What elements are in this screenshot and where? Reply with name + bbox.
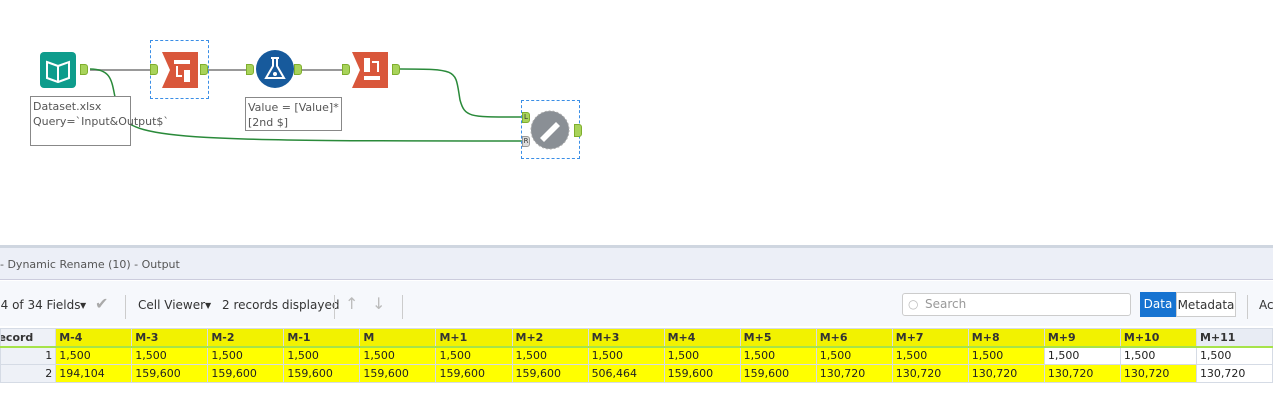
table-cell[interactable]: 1,500: [1195, 346, 1273, 365]
table-cell[interactable]: 1,500: [739, 346, 817, 365]
crosstab-icon: [352, 52, 388, 88]
column-header[interactable]: M+7: [891, 328, 969, 348]
column-header[interactable]: M+9: [1043, 328, 1121, 348]
dynamic-rename-tool[interactable]: [530, 110, 570, 150]
table-cell[interactable]: 1,500: [131, 346, 209, 365]
table-cell[interactable]: 1,500: [207, 346, 285, 365]
column-header[interactable]: M+1: [435, 328, 513, 348]
table-cell[interactable]: 1,500: [891, 346, 969, 365]
output-anchor[interactable]: [574, 124, 582, 137]
results-toolbar: 34 of 34 Fields ▼ ✔ Cell Viewer ▼ 2 reco…: [0, 281, 1273, 326]
column-header[interactable]: M+8: [967, 328, 1045, 348]
table-cell[interactable]: 159,600: [435, 364, 513, 383]
table-cell[interactable]: 159,600: [207, 364, 285, 383]
record-header[interactable]: Record: [0, 328, 57, 348]
search-icon: ○: [908, 297, 919, 311]
results-table: RecordM-4M-3M-2M-1MM+1M+2M+3M+4M+5M+6M+7…: [0, 328, 1273, 383]
table-cell[interactable]: 159,600: [663, 364, 741, 383]
arrow-up-icon[interactable]: ↑: [345, 294, 358, 313]
table-cell[interactable]: 130,720: [891, 364, 969, 383]
table-cell[interactable]: 159,600: [131, 364, 209, 383]
data-tab-button[interactable]: Data: [1140, 292, 1176, 317]
table-cell[interactable]: 130,720: [815, 364, 893, 383]
column-header[interactable]: M+3: [587, 328, 665, 348]
table-cell[interactable]: 159,600: [359, 364, 437, 383]
output-anchor[interactable]: [294, 64, 302, 75]
records-count: 2 records displayed: [222, 298, 340, 312]
table-cell[interactable]: 159,600: [283, 364, 361, 383]
table-cell[interactable]: 1,500: [283, 346, 361, 365]
formula-annotation: Value = [Value]* [2nd $]: [245, 97, 342, 131]
right-input-anchor[interactable]: R: [522, 136, 530, 147]
transpose-tool[interactable]: [162, 52, 198, 88]
column-header[interactable]: M+4: [663, 328, 741, 348]
table-cell[interactable]: 1,500: [435, 346, 513, 365]
search-input[interactable]: ○ Search: [902, 293, 1131, 316]
left-input-anchor[interactable]: L: [522, 112, 530, 123]
connections: [89, 68, 523, 142]
table-cell[interactable]: 1,500: [663, 346, 741, 365]
column-header[interactable]: M-2: [207, 328, 285, 348]
column-header[interactable]: M+2: [511, 328, 589, 348]
column-header[interactable]: M-4: [55, 328, 133, 348]
output-anchor[interactable]: [200, 64, 208, 75]
column-header[interactable]: M: [359, 328, 437, 348]
formula-tool[interactable]: [256, 50, 294, 88]
column-header[interactable]: M+11: [1195, 328, 1273, 348]
transpose-icon: [162, 52, 198, 88]
table-cell[interactable]: 506,464: [587, 364, 665, 383]
column-header[interactable]: M-3: [131, 328, 209, 348]
column-header[interactable]: M+6: [815, 328, 893, 348]
chevron-down-icon[interactable]: ▼: [80, 301, 86, 310]
table-cell[interactable]: 1,500: [55, 346, 133, 365]
flask-icon: [256, 50, 294, 88]
search-placeholder: Search: [925, 297, 967, 311]
column-header[interactable]: M+10: [1119, 328, 1197, 348]
fields-dropdown[interactable]: 34 of 34 Fields: [0, 298, 81, 312]
check-icon[interactable]: ✔: [95, 294, 108, 313]
dynamic-rename-icon: [530, 110, 570, 150]
table-row[interactable]: 2 194,104 159,600 159,600 159,600 159,600 159,…: [0, 364, 1273, 383]
table-row[interactable]: 1 1,500 1,500 1,500 1,500 1,500 1,500 1,500 1,50…: [0, 346, 1273, 365]
column-header[interactable]: M+5: [739, 328, 817, 348]
table-cell[interactable]: 130,720: [1043, 364, 1121, 383]
arrow-down-icon[interactable]: ↓: [372, 294, 385, 313]
crosstab-tool[interactable]: [352, 52, 388, 88]
book-icon: [40, 52, 76, 88]
table-cell[interactable]: 1,500: [1043, 346, 1121, 365]
table-cell[interactable]: 159,600: [739, 364, 817, 383]
table-cell[interactable]: 1,500: [587, 346, 665, 365]
results-title: - Dynamic Rename (10) - Output: [0, 258, 180, 271]
table-cell[interactable]: 1,500: [359, 346, 437, 365]
table-cell[interactable]: 159,600: [511, 364, 589, 383]
input-anchor[interactable]: [342, 64, 350, 75]
metadata-tab-button[interactable]: Metadata: [1176, 292, 1236, 317]
actions-button[interactable]: Ac: [1259, 298, 1273, 312]
workflow-canvas[interactable]: Dataset.xlsx Query=`Input&Output$` Value…: [0, 0, 1273, 245]
table-cell[interactable]: 194,104: [55, 364, 133, 383]
input-anchor[interactable]: [246, 64, 254, 75]
table-cell[interactable]: 130,720: [1119, 364, 1197, 383]
output-anchor[interactable]: [80, 64, 88, 75]
input-data-tool[interactable]: [40, 52, 76, 88]
table-cell[interactable]: 1,500: [967, 346, 1045, 365]
column-header[interactable]: M-1: [283, 328, 361, 348]
table-cell[interactable]: 130,720: [967, 364, 1045, 383]
results-header: - Dynamic Rename (10) - Output: [0, 248, 1273, 280]
table-cell[interactable]: 1,500: [815, 346, 893, 365]
input-anchor[interactable]: [150, 64, 158, 75]
cell-viewer-dropdown[interactable]: Cell Viewer: [138, 298, 205, 312]
record-number: 2: [0, 364, 57, 383]
table-cell[interactable]: 1,500: [1119, 346, 1197, 365]
table-cell[interactable]: 1,500: [511, 346, 589, 365]
chevron-down-icon[interactable]: ▼: [205, 301, 211, 310]
output-anchor[interactable]: [392, 64, 400, 75]
table-cell[interactable]: 130,720: [1195, 364, 1273, 383]
input-annotation: Dataset.xlsx Query=`Input&Output$`: [30, 96, 169, 146]
record-number: 1: [0, 346, 57, 365]
